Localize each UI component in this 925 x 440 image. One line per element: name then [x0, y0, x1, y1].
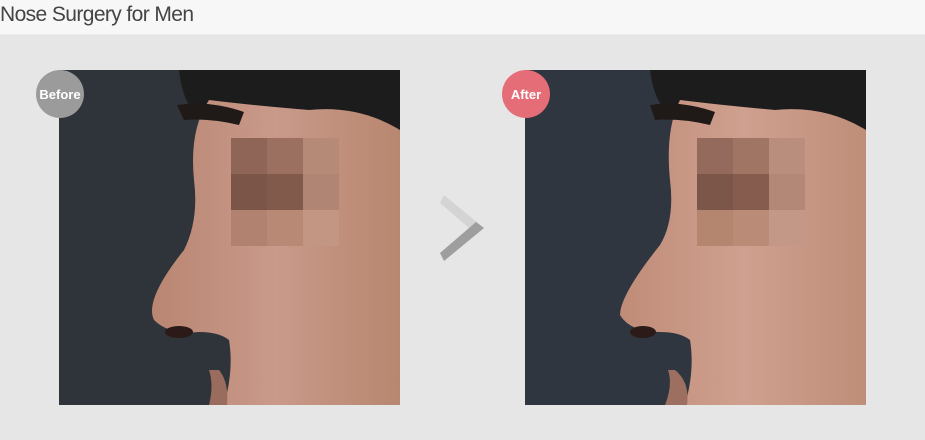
before-badge: Before [36, 70, 84, 118]
before-photo [59, 70, 400, 405]
after-photo [525, 70, 866, 405]
after-badge: After [502, 70, 550, 118]
header-bar: Nose Surgery for Men [0, 0, 925, 35]
chevron-right-icon [440, 193, 486, 263]
page-title: Nose Surgery for Men [0, 3, 194, 26]
